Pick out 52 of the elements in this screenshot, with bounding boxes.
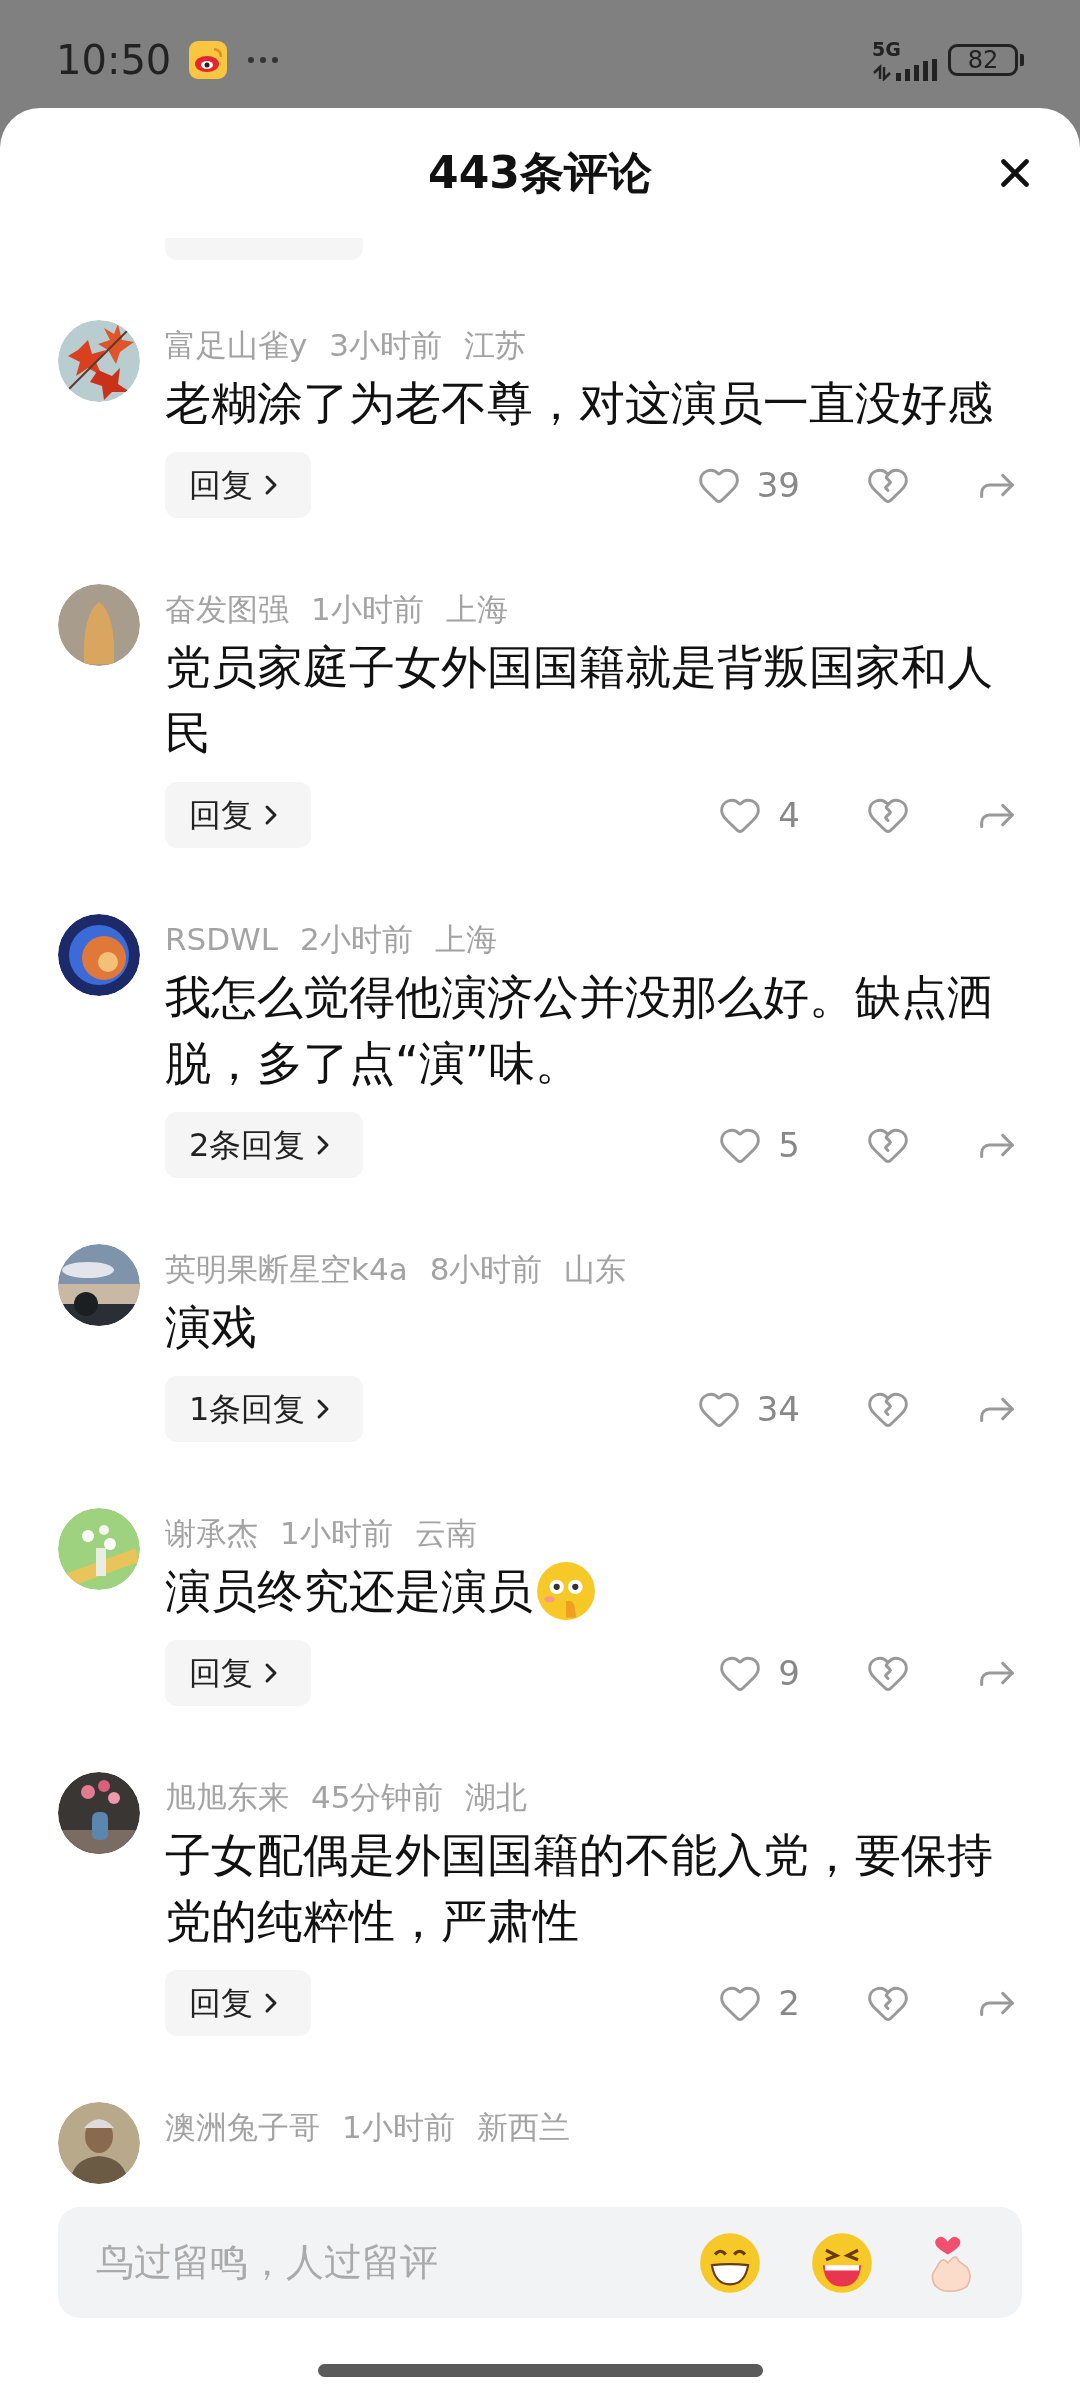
- battery-percentage: 82: [948, 44, 1018, 76]
- comment-bar[interactable]: 鸟过留鸣，人过留评: [58, 2207, 1022, 2318]
- comment-text: 党员家庭子女外国国籍就是背叛国家和人民: [165, 639, 994, 762]
- username[interactable]: 奋发图强: [165, 585, 289, 633]
- battery-cap: [1020, 54, 1024, 66]
- more-icon: [247, 56, 280, 64]
- comment-text: 演员终究还是演员: [165, 1563, 533, 1620]
- comment-time: 45分钟前: [311, 1777, 444, 1817]
- username[interactable]: 澳洲兔子哥: [165, 2103, 320, 2151]
- like-count: 5: [778, 1123, 800, 1167]
- like-count: 2: [778, 1981, 800, 2025]
- comment-location: 上海: [434, 919, 497, 959]
- reply-button[interactable]: 回复: [165, 782, 311, 848]
- network-label: 5G: [872, 39, 901, 59]
- comment-text: 演戏: [165, 1299, 257, 1356]
- comment-time: 1小时前: [280, 1513, 393, 1553]
- comment-text: 老糊涂了为老不尊，对这演员一直没好感: [165, 375, 993, 432]
- username[interactable]: 旭旭东来: [165, 1773, 289, 1821]
- username[interactable]: 英明果断星空k4a: [165, 1245, 408, 1293]
- comment-time: 3小时前: [329, 325, 443, 365]
- comment-text: 我怎么觉得他演济公并没那么好。缺点洒脱，多了点“演”味。: [165, 969, 994, 1092]
- reply-button[interactable]: 回复: [165, 452, 311, 518]
- comment-location: 江苏: [464, 325, 527, 365]
- comments-title: 443条评论: [428, 146, 652, 200]
- grin-emoji-icon[interactable]: [698, 2230, 762, 2295]
- signal-icon: [872, 58, 938, 81]
- comment-time: 1小时前: [342, 2107, 455, 2147]
- like-count: 39: [756, 463, 800, 507]
- reply-button[interactable]: 2条回复: [165, 1112, 364, 1178]
- comment-time: 1小时前: [311, 589, 424, 629]
- username[interactable]: 谢承杰: [165, 1509, 258, 1557]
- comment-text: 子女配偶是外国国籍的不能入党，要保持党的纯粹性，严肃性: [165, 1827, 994, 1950]
- like-count: 4: [778, 793, 800, 837]
- comment-location: 湖北: [465, 1777, 528, 1817]
- comment-time: 2小时前: [300, 919, 413, 959]
- comment-location: 云南: [414, 1513, 477, 1553]
- comment-location: 新西兰: [476, 2107, 570, 2147]
- app-icon: [189, 41, 228, 79]
- reply-button[interactable]: 回复: [165, 1640, 311, 1706]
- laugh-emoji-icon[interactable]: [810, 2230, 874, 2295]
- reply-button[interactable]: 1条回复: [165, 1376, 364, 1442]
- username[interactable]: 富足山雀y: [165, 321, 308, 369]
- comment-location: 山东: [564, 1249, 627, 1289]
- comment-location: 上海: [445, 589, 508, 629]
- comment-input[interactable]: 鸟过留鸣，人过留评: [96, 2234, 698, 2291]
- like-count: 9: [778, 1651, 800, 1695]
- emoji-icon: [535, 1560, 597, 1622]
- username[interactable]: RSDWL: [165, 915, 278, 963]
- comment-time: 8小时前: [429, 1249, 543, 1289]
- status-time: 10:50: [56, 36, 172, 85]
- reply-button[interactable]: 回复: [165, 1970, 311, 2036]
- like-count: 34: [756, 1387, 800, 1431]
